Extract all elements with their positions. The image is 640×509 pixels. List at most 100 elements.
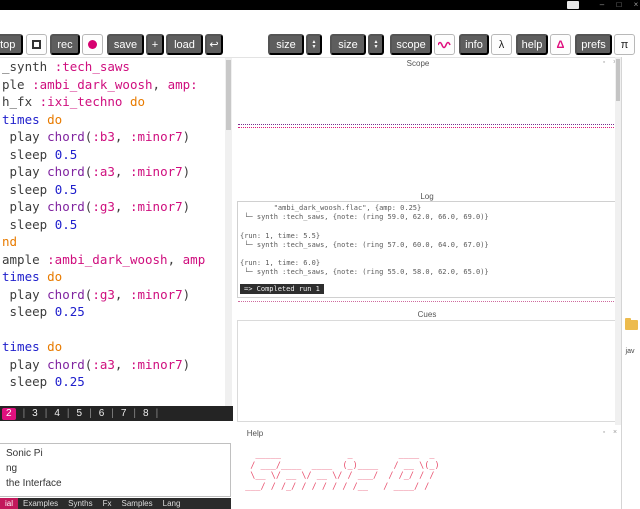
help-toc-item[interactable]: Sonic Pi xyxy=(6,446,230,461)
code-line: sleep 0.5 xyxy=(2,216,224,234)
editor-scrollbar[interactable] xyxy=(225,58,232,406)
window-titlebar: – □ × xyxy=(0,0,640,10)
up-down-arrows-icon: ▲▼ xyxy=(374,40,379,50)
help-tab[interactable]: Examples xyxy=(18,498,63,509)
scope-trace-right xyxy=(238,127,616,128)
code-line: _synth :tech_saws xyxy=(2,58,224,76)
size-down-arrows-button[interactable]: ▲▼ xyxy=(368,34,384,55)
log-line: {run: 1, time: 5.5} xyxy=(240,232,616,241)
code-line: ample :ambi_dark_woosh, amp xyxy=(2,251,224,269)
log-line xyxy=(240,250,616,259)
load-arrow-button[interactable]: ↩ xyxy=(205,34,223,55)
code-line: sleep 0.5 xyxy=(2,146,224,164)
stop-square-icon xyxy=(32,40,41,49)
minimize-icon[interactable]: – xyxy=(596,0,608,10)
undo-arrow-icon: ↩ xyxy=(209,38,218,51)
buffer-tabbar-items: |3|4|5|6|7|8| xyxy=(23,408,159,419)
log-highlight-bar xyxy=(240,298,338,299)
record-button[interactable]: rec xyxy=(50,34,80,55)
pi-icon-button[interactable]: π xyxy=(614,34,635,55)
code-editor[interactable]: _synth :tech_sawsple :ambi_dark_woosh, a… xyxy=(2,58,224,406)
delta-icon: Δ xyxy=(557,39,565,51)
help-tab[interactable]: Fx xyxy=(98,498,117,509)
delta-icon-button[interactable]: Δ xyxy=(550,34,571,55)
ascii-art-line: \__ \/ __ \/ __ \/ / ___/ / /_/ / / xyxy=(240,471,620,482)
code-line: play chord(:a3, :minor7) xyxy=(2,356,224,374)
desktop-folder-icon[interactable] xyxy=(625,320,638,330)
help-tab[interactable]: ial xyxy=(0,498,18,509)
record-icon-button[interactable] xyxy=(82,34,103,55)
code-lines: _synth :tech_sawsple :ambi_dark_woosh, a… xyxy=(2,58,224,391)
lambda-icon-button[interactable]: λ xyxy=(491,34,512,55)
window-right-edge xyxy=(621,57,622,509)
code-line: play chord(:a3, :minor7) xyxy=(2,163,224,181)
help-tab[interactable]: Samples xyxy=(117,498,158,509)
load-button[interactable]: load xyxy=(166,34,203,55)
log-line: └─ synth :tech_saws, {note: (ring 55.0, … xyxy=(240,268,616,277)
help-toc-item[interactable]: ng xyxy=(6,461,230,476)
scope-panel-title: Scope xyxy=(238,59,598,68)
code-line: ple :ambi_dark_woosh, amp: xyxy=(2,76,224,94)
help-ascii-art: _____ _ ____ _ / ___/____ ____ (_)____ /… xyxy=(240,450,620,492)
code-line: times do xyxy=(2,338,224,356)
buffer-tab[interactable]: 8 xyxy=(143,408,149,419)
record-circle-icon xyxy=(88,40,97,49)
up-down-arrows-icon: ▲▼ xyxy=(312,40,317,50)
tab-separator: | xyxy=(45,408,48,419)
close-icon[interactable]: × xyxy=(630,0,640,10)
waveform-icon xyxy=(438,40,451,50)
taskbar-app-icon[interactable] xyxy=(567,1,579,9)
help-toc-item[interactable]: the Interface xyxy=(6,476,230,491)
buffer-tab[interactable]: 7 xyxy=(121,408,127,419)
editor-scrollbar-thumb[interactable] xyxy=(226,60,231,130)
ascii-art-line: ___/ / /_/ / / / / / /__ / ____/ / xyxy=(240,482,620,493)
code-line: nd xyxy=(2,233,224,251)
help-float-icon[interactable]: ▫ xyxy=(599,429,609,436)
help-toc-list[interactable]: Sonic Pingthe Interface xyxy=(0,443,231,497)
desktop-icon-label: jav xyxy=(619,348,640,355)
maximize-icon[interactable]: □ xyxy=(613,0,625,10)
size-down-button[interactable]: size xyxy=(330,34,366,55)
log-panel-content: "ambi_dark_woosh.flac", {amp: 0.25} └─ s… xyxy=(237,201,617,298)
tab-separator: | xyxy=(67,408,70,419)
help-tabbar: ialExamplesSynthsFxSamplesLang xyxy=(0,498,231,509)
log-lines: "ambi_dark_woosh.flac", {amp: 0.25} └─ s… xyxy=(240,204,616,278)
code-line: h_fx :ixi_techno do xyxy=(2,93,224,111)
stop-button[interactable]: stop xyxy=(0,34,23,55)
dock-scrollbar-thumb[interactable] xyxy=(616,59,620,101)
help-tab[interactable]: Synths xyxy=(63,498,97,509)
info-button[interactable]: info xyxy=(459,34,489,55)
code-line: play chord(:g3, :minor7) xyxy=(2,286,224,304)
buffer-tab[interactable]: 5 xyxy=(77,408,83,419)
scope-icon-button[interactable] xyxy=(434,34,455,55)
stop-icon-button[interactable] xyxy=(26,34,47,55)
save-plus-button[interactable]: + xyxy=(146,34,164,55)
cues-panel-title: Cues xyxy=(238,310,616,319)
save-button[interactable]: save xyxy=(107,34,144,55)
ascii-art-line: / ___/____ ____ (_)____ / __ \(_) xyxy=(240,461,620,472)
tab-separator: | xyxy=(111,408,114,419)
code-line xyxy=(2,321,224,339)
size-up-button[interactable]: size xyxy=(268,34,304,55)
help-close-icon[interactable]: × xyxy=(610,429,620,436)
code-line: play chord(:b3, :minor7) xyxy=(2,128,224,146)
help-button[interactable]: help xyxy=(516,34,548,55)
code-line: sleep 0.25 xyxy=(2,303,224,321)
scope-button[interactable]: scope xyxy=(390,34,432,55)
cues-top-divider xyxy=(238,301,616,302)
log-line: "ambi_dark_woosh.flac", {amp: 0.25} xyxy=(240,204,616,213)
pi-icon: π xyxy=(621,39,629,51)
buffer-tabbar: 2 |3|4|5|6|7|8| xyxy=(0,406,233,421)
buffer-tab[interactable]: 4 xyxy=(54,408,60,419)
lambda-icon: λ xyxy=(499,39,505,51)
buffer-tab[interactable]: 3 xyxy=(32,408,38,419)
prefs-button[interactable]: prefs xyxy=(575,34,612,55)
help-panel-title: Help xyxy=(0,429,510,438)
buffer-tab[interactable]: 6 xyxy=(99,408,105,419)
tab-separator: | xyxy=(156,408,159,419)
help-tab[interactable]: Lang xyxy=(158,498,186,509)
scope-float-icon[interactable]: ▫ xyxy=(599,59,609,66)
log-completed-message: => Completed run 1 xyxy=(240,284,324,294)
size-up-arrows-button[interactable]: ▲▼ xyxy=(306,34,322,55)
buffer-tab-active[interactable]: 2 xyxy=(2,408,16,420)
